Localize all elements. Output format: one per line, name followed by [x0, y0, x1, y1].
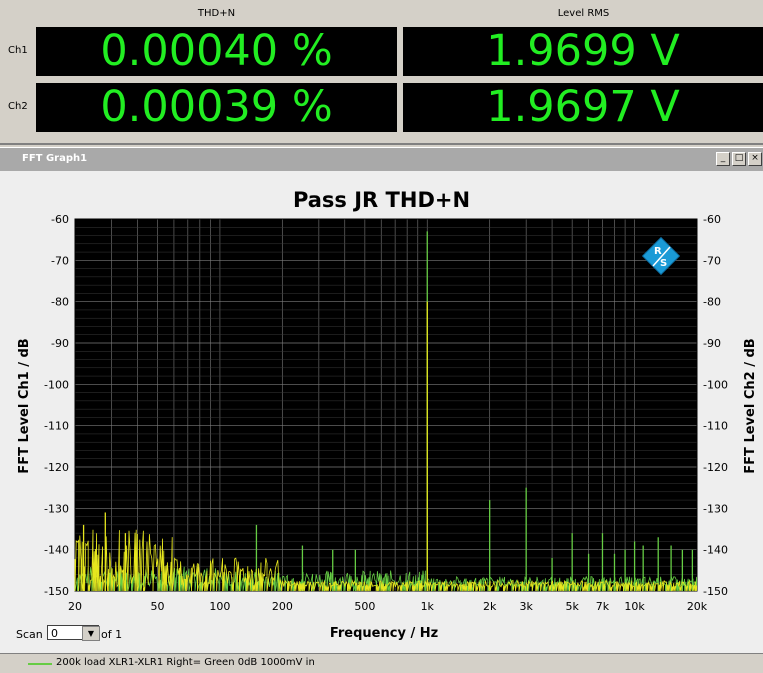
y-tick-label-right: -110: [703, 420, 728, 433]
fft-chart: -60 -60 -70 -70 -80 -80 -90 -90 -100 -100 -110 -110…: [17, 213, 758, 641]
y-tick-label-right: -60: [703, 213, 721, 226]
y-tick-label-left: -120: [44, 461, 69, 474]
x-tick-label: 100: [209, 600, 230, 613]
x-axis-label: Frequency / Hz: [330, 626, 438, 641]
plot-background: [75, 219, 697, 591]
y-tick-label-left: -80: [51, 296, 69, 309]
y-tick-label-left: -140: [44, 544, 69, 557]
x-tick-label: 200: [272, 600, 293, 613]
scan-label: Scan: [16, 628, 43, 641]
scan-dropdown-button[interactable]: ▼: [82, 626, 100, 641]
x-tick-label: 10k: [624, 600, 645, 613]
y-tick-label-left: -150: [44, 585, 69, 598]
x-tick-label: 2k: [483, 600, 497, 613]
x-tick-label: 500: [354, 600, 375, 613]
y-tick-label-left: -60: [51, 213, 69, 226]
y-tick-label-right: -140: [703, 544, 728, 557]
y-tick-label-left: -130: [44, 502, 69, 515]
y-tick-label-right: -80: [703, 296, 721, 309]
y-tick-label-left: -100: [44, 378, 69, 391]
x-tick-label: 20: [68, 600, 82, 613]
scan-of-label: of 1: [101, 628, 123, 641]
svg-text:S: S: [660, 258, 667, 269]
x-tick-label: 7k: [596, 600, 610, 613]
y-tick-label-left: -110: [44, 420, 69, 433]
y-tick-label-left: -90: [51, 337, 69, 350]
y-tick-label-right: -100: [703, 378, 728, 391]
x-tick-label: 20k: [687, 600, 708, 613]
y-tick-label-right: -70: [703, 254, 721, 267]
y-tick-label-right: -90: [703, 337, 721, 350]
legend-bar: 200k load XLR1-XLR1 Right= Green 0dB 100…: [0, 653, 763, 673]
x-tick-label: 50: [151, 600, 165, 613]
y-tick-label-left: -70: [51, 254, 69, 267]
svg-text:R: R: [654, 246, 662, 257]
y-tick-label-right: -130: [703, 502, 728, 515]
legend-swatch: [28, 663, 52, 665]
y-tick-label-right: -120: [703, 461, 728, 474]
legend-text: 200k load XLR1-XLR1 Right= Green 0dB 100…: [56, 657, 315, 668]
x-tick-label: 3k: [519, 600, 533, 613]
x-tick-label: 5k: [565, 600, 579, 613]
y-tick-label-right: -150: [703, 585, 728, 598]
x-tick-label: 1k: [421, 600, 435, 613]
y-axis-label-right: FFT Level Ch2 / dB: [743, 338, 758, 473]
y-axis-label-left: FFT Level Ch1 / dB: [17, 338, 32, 473]
